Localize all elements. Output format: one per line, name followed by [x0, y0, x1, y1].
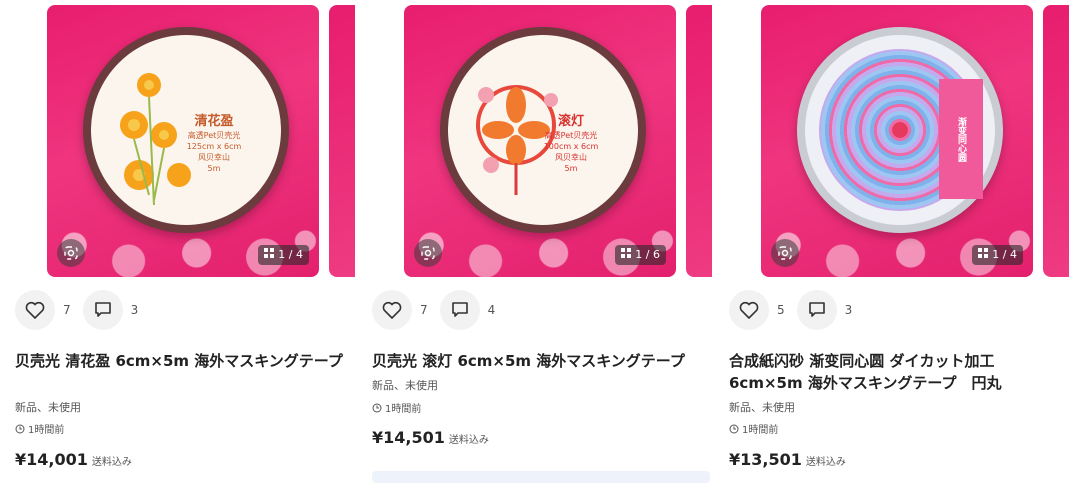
next-photo-peek[interactable]: [686, 5, 712, 277]
clock-icon: [372, 403, 382, 412]
like-count: 5: [777, 303, 785, 317]
listing-card[interactable]: 清花盈 高透Pet贝壳光 125cm x 6cm 风贝幸山 5m 1 / 4 7…: [15, 0, 355, 481]
tape-label: 滚灯 高透Pet贝壳光 100cm x 6cm 风贝幸山 5m: [543, 114, 599, 173]
like-button[interactable]: [372, 290, 412, 330]
next-photo-peek[interactable]: [1043, 5, 1069, 277]
posted-time: 1時間前: [372, 400, 421, 415]
listing-photo-area[interactable]: 滚灯 高透Pet贝壳光 100cm x 6cm 风贝幸山 5m 1 / 6: [372, 5, 712, 277]
condition: 新品、未使用: [729, 401, 795, 414]
image-search-icon[interactable]: [414, 239, 442, 267]
price: ¥13,501 送料込み: [729, 450, 846, 469]
clock-icon: [729, 424, 739, 433]
listing-photo-area[interactable]: 清花盈 高透Pet贝壳光 125cm x 6cm 风贝幸山 5m 1 / 4: [15, 5, 355, 277]
heart-icon: [25, 301, 45, 319]
next-photo-peek[interactable]: [329, 5, 355, 277]
comment-count: 3: [130, 303, 139, 317]
listing-title[interactable]: 贝壳光 滚灯 6cm×5m 海外マスキングテープ: [372, 350, 702, 372]
listing-photo[interactable]: 清花盈 高透Pet贝壳光 125cm x 6cm 风贝幸山 5m 1 / 4: [47, 5, 319, 277]
image-counter: 1 / 6: [615, 245, 666, 265]
image-search-icon[interactable]: [57, 239, 85, 267]
heart-icon: [382, 301, 402, 319]
image-counter: 1 / 4: [972, 245, 1023, 265]
social-actions: 5 3: [729, 290, 864, 330]
posted-time: 1時間前: [729, 421, 778, 436]
comment-count: 4: [487, 303, 496, 317]
listing-title[interactable]: 合成紙闪砂 渐变同心圆 ダイカット加工 6cm×5m 海外マスキングテープ 円丸: [729, 350, 1059, 394]
price: ¥14,001 送料込み: [15, 450, 132, 469]
listing-title[interactable]: 贝壳光 清花盈 6cm×5m 海外マスキングテープ: [15, 350, 345, 372]
condition: 新品、未使用: [15, 401, 81, 414]
comment-button[interactable]: [796, 290, 837, 330]
comment-button[interactable]: [82, 290, 123, 330]
like-button[interactable]: [729, 290, 769, 330]
social-actions: 7 4: [372, 290, 507, 330]
image-counter: 1 / 4: [258, 245, 309, 265]
tape-label: 清花盈 高透Pet贝壳光 125cm x 6cm 风贝幸山 5m: [186, 114, 242, 173]
listing-photo[interactable]: 滚灯 高透Pet贝壳光 100cm x 6cm 风贝幸山 5m 1 / 6: [404, 5, 676, 277]
tape-roll: 渐变同心圆: [797, 27, 1003, 233]
grid-icon: [621, 245, 632, 265]
comment-icon: [94, 302, 111, 317]
tape-label: 渐变同心圆: [939, 79, 983, 199]
condition: 新品、未使用: [372, 379, 438, 392]
comment-button[interactable]: [439, 290, 480, 330]
listing-photo-area[interactable]: 渐变同心圆 1 / 4: [729, 5, 1069, 277]
next-row-strip: [372, 471, 710, 483]
listing-photo[interactable]: 渐变同心圆 1 / 4: [761, 5, 1033, 277]
price: ¥14,501 送料込み: [372, 428, 489, 447]
social-actions: 7 3: [15, 290, 150, 330]
tape-roll: 清花盈 高透Pet贝壳光 125cm x 6cm 风贝幸山 5m: [83, 27, 289, 233]
listing-card[interactable]: 滚灯 高透Pet贝壳光 100cm x 6cm 风贝幸山 5m 1 / 6 7 …: [372, 0, 712, 483]
like-button[interactable]: [15, 290, 55, 330]
posted-time: 1時間前: [15, 421, 64, 436]
comment-count: 3: [844, 303, 853, 317]
comment-icon: [451, 302, 468, 317]
grid-icon: [264, 245, 275, 265]
comment-icon: [808, 302, 825, 317]
tape-roll: 滚灯 高透Pet贝壳光 100cm x 6cm 风贝幸山 5m: [440, 27, 646, 233]
heart-icon: [739, 301, 759, 319]
like-count: 7: [420, 303, 428, 317]
listing-card[interactable]: 渐变同心圆 1 / 4 5 3 合成紙闪砂 渐变同心圆 ダイカット加工 6cm×…: [729, 0, 1069, 481]
image-search-icon[interactable]: [771, 239, 799, 267]
grid-icon: [978, 245, 989, 265]
clock-icon: [15, 424, 25, 433]
like-count: 7: [63, 303, 71, 317]
